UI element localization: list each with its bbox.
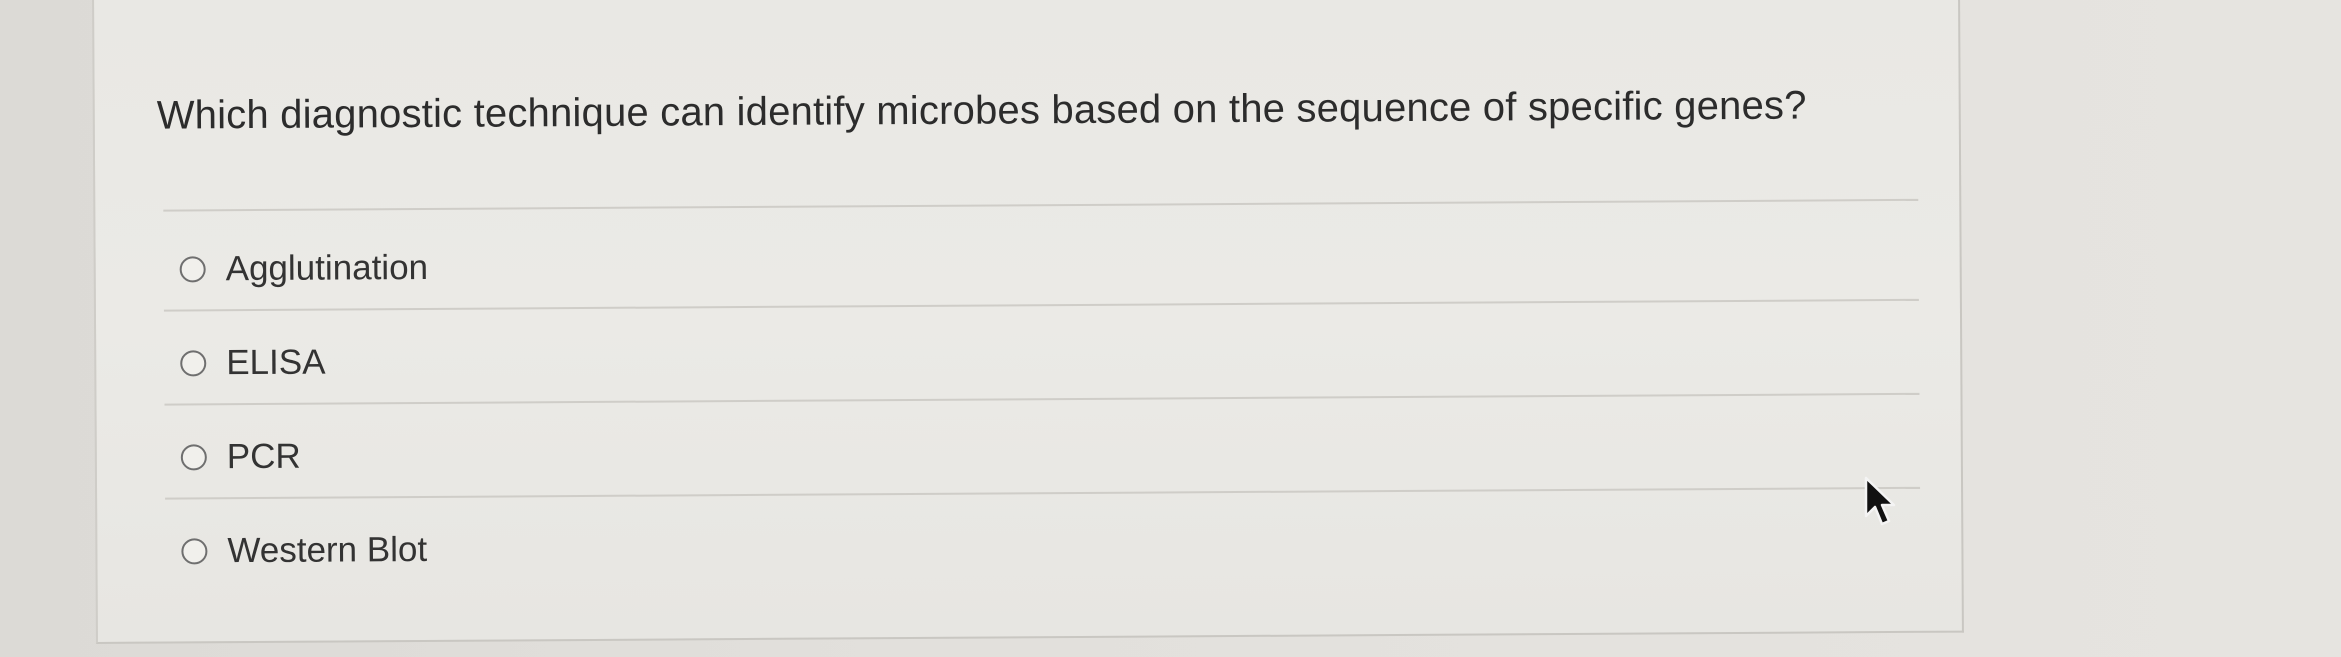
radio-button-empty-icon[interactable] (181, 538, 208, 565)
mouse-pointer-icon (1864, 476, 1896, 526)
radio-button-empty-icon[interactable] (180, 350, 207, 377)
answer-option-elisa[interactable]: ELISA (180, 333, 326, 394)
answer-divider (165, 486, 1921, 500)
question-text: Which diagnostic technique can identify … (156, 83, 1807, 138)
answer-divider (164, 392, 1920, 406)
radio-button-empty-icon[interactable] (179, 256, 206, 283)
question-card: Which diagnostic technique can identify … (92, 0, 1964, 644)
answer-label: Western Blot (227, 529, 428, 571)
radio-button-empty-icon[interactable] (180, 444, 207, 471)
answer-label: Agglutination (225, 247, 429, 289)
answer-divider (163, 298, 1919, 312)
answer-option-western-blot[interactable]: Western Blot (181, 520, 427, 581)
answer-option-agglutination[interactable]: Agglutination (179, 238, 429, 300)
answer-option-pcr[interactable]: PCR (180, 427, 301, 488)
answer-label: ELISA (226, 342, 326, 383)
answer-label: PCR (226, 436, 301, 477)
question-divider (163, 198, 1919, 212)
